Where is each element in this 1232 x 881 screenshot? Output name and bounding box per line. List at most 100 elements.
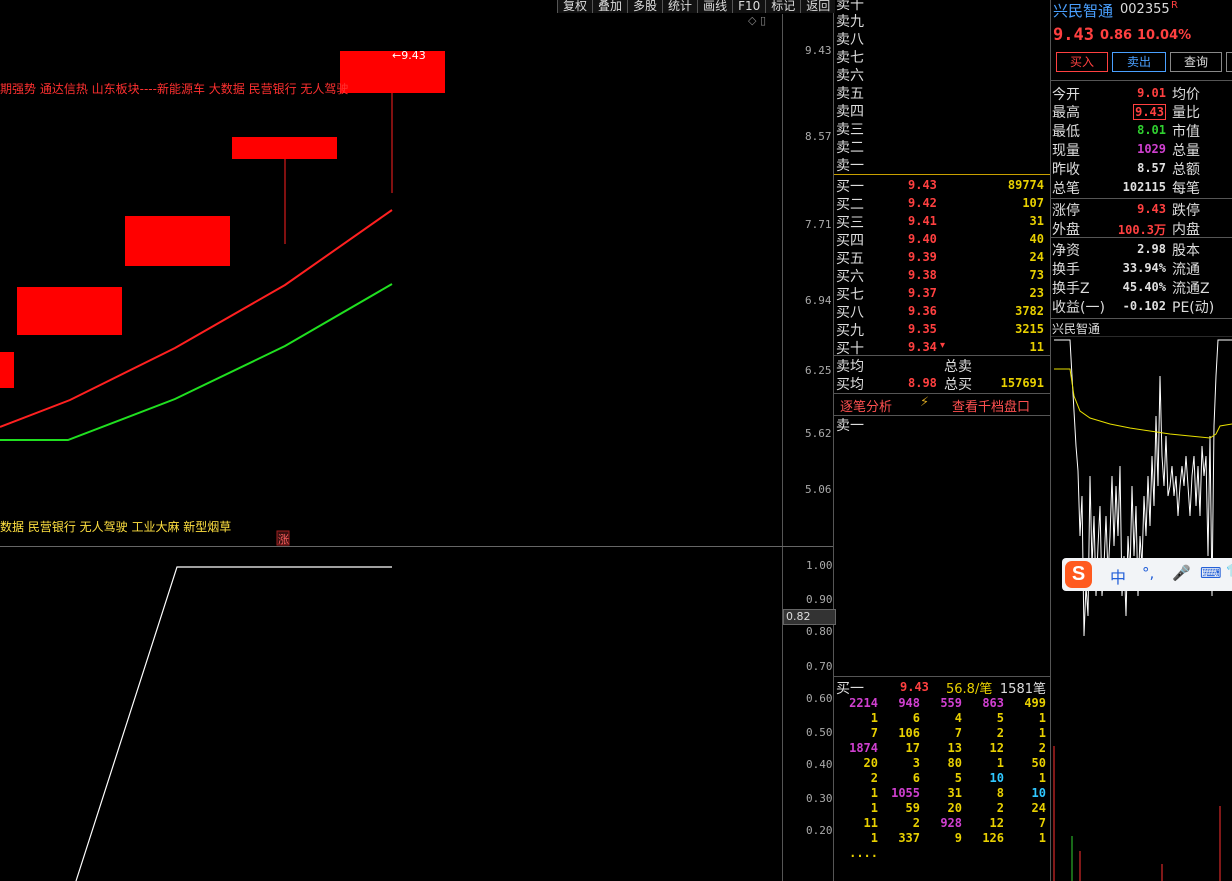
price-axis-tick: 9.43 xyxy=(805,44,832,57)
tick-queue-row: 1 59 20 2 24 xyxy=(834,801,1048,816)
tick-queue-cell: 2 xyxy=(1038,741,1046,755)
toolbar-overlay[interactable]: 叠加 xyxy=(592,0,628,13)
tick-queue-row: 2214 948 559 863 499 xyxy=(834,696,1048,711)
ime-language-toggle[interactable]: 中 xyxy=(1110,564,1126,588)
sell-level-label: 卖三 xyxy=(836,122,864,138)
buy-level-row[interactable]: 买六 9.38 73 xyxy=(834,266,1048,285)
stat-label-secondary: 均价 xyxy=(1172,87,1200,103)
stat-label-secondary: 流通 xyxy=(1172,262,1200,278)
tick-queue-cell: 12 xyxy=(989,816,1004,830)
buy-level-row[interactable]: 买三 9.41 31 xyxy=(834,212,1048,231)
buy-button[interactable]: 买入 xyxy=(1056,52,1108,72)
mini-chart-title: 兴民智通 xyxy=(1052,322,1101,336)
stat-label-secondary: 跌停 xyxy=(1172,203,1200,219)
skin-icon[interactable]: 👕 xyxy=(1226,564,1232,579)
price-change: 0.86 xyxy=(1100,28,1133,43)
intraday-mini-chart[interactable] xyxy=(1050,336,1232,881)
toolbar-restore-rights[interactable]: 复权 xyxy=(557,0,593,13)
tick-queue-cell: 2214 xyxy=(849,696,878,710)
tick-queue-row: 7 106 7 2 1 xyxy=(834,726,1048,741)
buy-level-row[interactable]: 买一 9.43 89774 xyxy=(834,176,1048,195)
tick-queue-cell: 7 xyxy=(954,726,962,740)
toolbar-mark[interactable]: 标记 xyxy=(765,0,801,13)
tick-queue-row: 1 6 4 5 1 xyxy=(834,711,1048,726)
tick-queue-cell: 17 xyxy=(905,741,920,755)
buy-level-row[interactable]: 买十 9.34 11 ▾ xyxy=(834,338,1048,357)
tick-queue-row: 11 2 928 12 7 xyxy=(834,816,1048,831)
toolbar-f10[interactable]: F10 xyxy=(732,0,766,13)
ime-toolbar[interactable]: S 中 °, 🎤 ⌨ 👕 xyxy=(1062,558,1232,591)
stock-badge: R xyxy=(1171,0,1178,11)
buy-level-row[interactable]: 买五 9.39 24 xyxy=(834,248,1048,267)
kline-chart[interactable] xyxy=(0,0,834,881)
stat-value: 8.01 xyxy=(1137,123,1166,137)
tab-tick-analysis[interactable]: 逐笔分析 xyxy=(840,396,892,415)
tick-queue-cell: 10 xyxy=(989,771,1004,785)
tick-queue-cell: 80 xyxy=(947,756,962,770)
indicator-axis-tick: 0.40 xyxy=(806,758,833,771)
stat-label-secondary: 内盘 xyxy=(1172,222,1200,238)
tick-queue-cell: 1 xyxy=(1038,711,1046,725)
news-ticker-bottom[interactable]: 数据 民营银行 无人驾驶 工业大麻 新型烟草 xyxy=(0,518,231,535)
stat-value: 1029 xyxy=(1137,142,1166,156)
tick-queue-cell: 13 xyxy=(947,741,962,755)
price-axis-tick: 7.71 xyxy=(805,218,832,231)
limit-up-marker[interactable]: 涨 xyxy=(278,531,289,547)
toolbar-multi-stock[interactable]: 多股 xyxy=(627,0,663,13)
stat-label: 换手 xyxy=(1052,262,1080,278)
tick-queue-cell: 2 xyxy=(996,726,1004,740)
buy-level-row[interactable]: 买八 9.36 3782 xyxy=(834,302,1048,321)
stat-row: 收益(一) -0.102 PE(动) xyxy=(1052,297,1230,316)
stat-label: 总笔 xyxy=(1052,181,1080,197)
tick-queue-cell: 3 xyxy=(912,756,920,770)
chart-corner-icons[interactable]: ◇ ▯ xyxy=(748,14,766,27)
lightning-icon[interactable]: ⚡ xyxy=(920,395,929,410)
buy-level-row[interactable]: 买九 9.35 3215 xyxy=(834,320,1048,339)
order-book-tabs: 逐笔分析 ⚡ 查看千档盘口 xyxy=(834,393,1050,416)
tick-queue-cell: 1055 xyxy=(891,786,920,800)
toolbar-statistics[interactable]: 统计 xyxy=(662,0,698,13)
tick-queue-cell: 863 xyxy=(982,696,1004,710)
tick-queue-cell: 7 xyxy=(1038,816,1046,830)
buy-level-row[interactable]: 买七 9.37 23 xyxy=(834,284,1048,303)
buy-level-row[interactable]: 买四 9.40 40 xyxy=(834,230,1048,249)
keyboard-icon[interactable]: ⌨ xyxy=(1200,564,1222,582)
buy-summary-row: 买均 8.98 总买 157691 xyxy=(836,376,1044,393)
tick-queue-cell: 1 xyxy=(870,831,878,845)
candle xyxy=(0,352,14,388)
stat-row: 昨收 8.57 总额 xyxy=(1052,159,1230,178)
tick-queue-cell: 5 xyxy=(996,711,1004,725)
tick-queue-cell: 20 xyxy=(863,756,878,770)
news-ticker-top[interactable]: 期强势 通达信热 山东板块----新能源车 大数据 民营银行 无人驾驶 xyxy=(0,80,348,97)
ime-punctuation-toggle[interactable]: °, xyxy=(1142,564,1154,582)
tick-queue-cell: 6 xyxy=(912,771,920,785)
toolbar-back[interactable]: 返回 xyxy=(800,0,836,13)
candle xyxy=(125,216,230,266)
stat-value: 45.40% xyxy=(1122,280,1166,294)
tick-queue-cell: 4 xyxy=(954,711,962,725)
more-button[interactable] xyxy=(1226,52,1232,72)
tick-queue-cell: 126 xyxy=(982,831,1004,845)
stat-label-secondary: 每笔 xyxy=(1172,181,1200,197)
tick-queue-cell: 1 xyxy=(870,786,878,800)
stat-label: 昨收 xyxy=(1052,162,1080,178)
tab-thousand-levels[interactable]: 查看千档盘口 xyxy=(952,396,1030,415)
tick-queue-cell: 106 xyxy=(898,726,920,740)
stat-label-secondary: 市值 xyxy=(1172,124,1200,140)
buy-level-row[interactable]: 买二 9.42 107 xyxy=(834,194,1048,213)
stat-value: 8.57 xyxy=(1137,161,1166,175)
tick-queue-cell: 8 xyxy=(996,786,1004,800)
stat-value: -0.102 xyxy=(1122,299,1166,313)
query-button[interactable]: 查询 xyxy=(1170,52,1222,72)
tick-queue-cell: 1 xyxy=(870,711,878,725)
stock-name[interactable]: 兴民智通 xyxy=(1053,0,1113,21)
stat-row: 最低 8.01 市值 xyxy=(1052,121,1230,140)
ime-logo-icon[interactable]: S xyxy=(1065,561,1092,588)
price-axis-tick: 5.06 xyxy=(805,483,832,496)
tick-queue-cell: 6 xyxy=(912,711,920,725)
stat-label: 换手Z xyxy=(1052,281,1090,297)
toolbar-draw-line[interactable]: 画线 xyxy=(697,0,733,13)
tick-queue-cell: 7 xyxy=(870,726,878,740)
microphone-icon[interactable]: 🎤 xyxy=(1172,564,1191,582)
sell-button[interactable]: 卖出 xyxy=(1112,52,1166,72)
